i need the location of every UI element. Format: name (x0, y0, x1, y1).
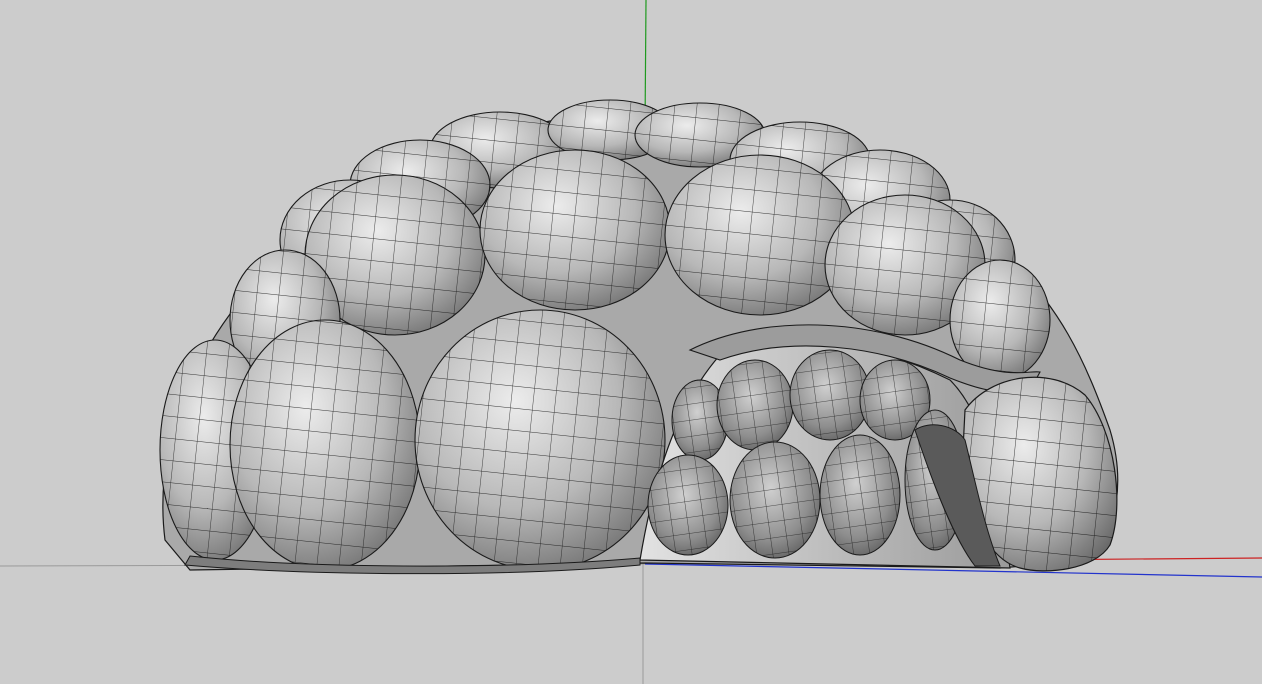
interior-lobe-mesh (820, 435, 900, 555)
dome-lobe-mesh (230, 320, 420, 570)
dome-lobe-mesh (480, 150, 670, 310)
dome-lobe-mesh (415, 310, 665, 570)
dome-model[interactable] (159, 99, 1119, 575)
interior-lobe-mesh (648, 455, 728, 555)
interior-lobe-mesh (730, 442, 820, 558)
3d-viewport[interactable] (0, 0, 1262, 684)
dome-lobe-mesh (665, 155, 855, 315)
interior-lobe-mesh (790, 350, 870, 440)
interior-lobe-mesh (717, 360, 793, 450)
scene-canvas[interactable] (0, 0, 1262, 684)
